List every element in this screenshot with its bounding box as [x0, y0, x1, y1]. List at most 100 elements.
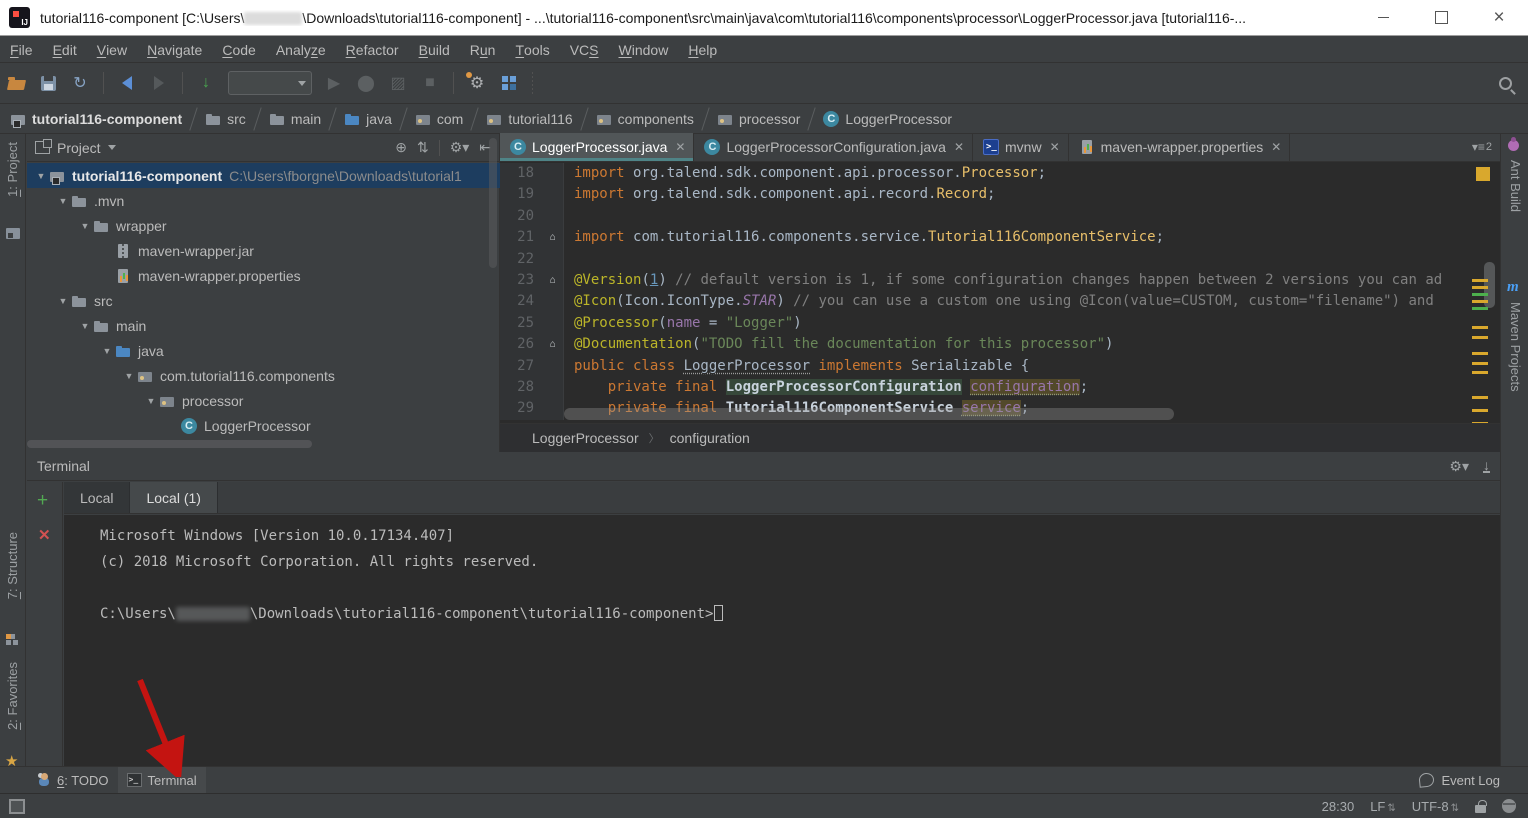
breadcrumb-item-java[interactable]: java — [344, 111, 392, 127]
run-configuration-select[interactable] — [228, 71, 312, 95]
terminal-prompt[interactable]: C:\Users\\Downloads\tutorial116-componen… — [100, 601, 1500, 627]
stripe-mark-warning[interactable] — [1472, 396, 1488, 399]
breadcrumb-item-tutorial116-component[interactable]: tutorial116-component — [10, 111, 182, 127]
toolwindow-favorites-button[interactable]: 2: Favorites — [5, 662, 20, 730]
code-line-24[interactable]: 24@Icon(Icon.IconType.STAR) // you can u… — [500, 291, 1500, 312]
tab-close-icon[interactable]: ✕ — [675, 140, 685, 154]
expand-arrow-icon[interactable]: ▼ — [55, 296, 71, 306]
menu-help[interactable]: Help — [678, 37, 727, 62]
toolwindow-toggle-icon[interactable] — [9, 799, 25, 814]
expand-arrow-icon[interactable]: ▼ — [121, 371, 137, 381]
menu-edit[interactable]: Edit — [43, 37, 87, 62]
editor-breadcrumb-LoggerProcessor[interactable]: LoggerProcessor — [532, 430, 639, 446]
toolwindow-todo-button[interactable]: 6: TODO — [28, 767, 118, 793]
search-everywhere-icon[interactable] — [1492, 70, 1518, 96]
line-number[interactable]: 21 — [500, 227, 542, 248]
line-number[interactable]: 23 — [500, 270, 542, 291]
forward-icon[interactable] — [146, 70, 172, 96]
terminal-dock-icon[interactable]: ↓ — [1483, 459, 1490, 473]
code-line-26[interactable]: 26⌂@Documentation("TODO fill the documen… — [500, 334, 1500, 355]
fold-marker-icon[interactable]: ⌂ — [542, 270, 564, 291]
editor-tab-LoggerProcessor.java[interactable]: LoggerProcessor.java✕ — [500, 133, 694, 161]
tree-row-maven-wrapper.properties[interactable]: maven-wrapper.properties — [27, 263, 500, 288]
run-icon[interactable]: ▶ — [321, 70, 347, 96]
code-line-18[interactable]: 18import org.talend.sdk.component.api.pr… — [500, 163, 1500, 184]
code-line-19[interactable]: 19import org.talend.sdk.component.api.re… — [500, 184, 1500, 205]
line-number[interactable]: 22 — [500, 249, 542, 270]
line-number[interactable]: 24 — [500, 291, 542, 312]
code-line-25[interactable]: 25@Processor(name = "Logger") — [500, 313, 1500, 334]
stripe-mark-warning[interactable] — [1472, 286, 1488, 289]
tree-row-wrapper[interactable]: ▼wrapper — [27, 213, 500, 238]
collapse-all-icon[interactable]: ⇅ — [417, 139, 429, 156]
expand-arrow-icon[interactable]: ▼ — [77, 321, 93, 331]
line-number[interactable]: 20 — [500, 206, 542, 227]
terminal-settings-gear-icon[interactable]: ⚙▾ — [1449, 458, 1469, 475]
tree-row-.mvn[interactable]: ▼.mvn — [27, 188, 500, 213]
menu-tools[interactable]: Tools — [505, 37, 559, 62]
breadcrumb-item-LoggerProcessor[interactable]: LoggerProcessor — [823, 111, 952, 127]
line-number[interactable]: 25 — [500, 313, 542, 334]
back-icon[interactable] — [114, 70, 140, 96]
terminal-tab-Local[interactable]: Local — [64, 482, 130, 513]
tree-row-maven-wrapper.jar[interactable]: maven-wrapper.jar — [27, 238, 500, 263]
tree-row-processor[interactable]: ▼processor — [27, 388, 500, 413]
menu-navigate[interactable]: Navigate — [137, 37, 212, 62]
expand-arrow-icon[interactable]: ▼ — [99, 346, 115, 356]
breadcrumb-item-main[interactable]: main — [269, 111, 321, 127]
stripe-mark-warning[interactable] — [1472, 326, 1488, 329]
debug-icon[interactable]: ⬤ — [353, 70, 379, 96]
expand-arrow-icon[interactable]: ▼ — [143, 396, 159, 406]
stripe-mark-ok[interactable] — [1472, 307, 1488, 310]
toolwindow-terminal-button[interactable]: Terminal — [118, 767, 206, 793]
tree-row-LoggerProcessor[interactable]: LoggerProcessor — [27, 413, 500, 438]
maximize-button[interactable] — [1412, 0, 1470, 35]
editor-tab-mvnw[interactable]: mvnw✕ — [973, 133, 1069, 161]
tree-row-java[interactable]: ▼java — [27, 338, 500, 363]
editor-breadcrumb-configuration[interactable]: configuration — [670, 430, 750, 446]
editor-tab-maven-wrapper.properties[interactable]: maven-wrapper.properties✕ — [1069, 133, 1291, 161]
tree-row-tutorial116-component[interactable]: ▼tutorial116-componentC:\Users\fborgne\D… — [27, 163, 500, 188]
stripe-mark-warning[interactable] — [1472, 279, 1488, 282]
code-line-20[interactable]: 20 — [500, 206, 1500, 227]
stripe-mark-warning[interactable] — [1472, 336, 1488, 339]
menu-file[interactable]: File — [0, 37, 43, 62]
breadcrumb-item-components[interactable]: components — [596, 111, 694, 127]
close-session-icon[interactable]: ✕ — [38, 526, 51, 544]
toolwindow-maven-projects-button[interactable]: Maven Projects — [1508, 302, 1523, 392]
close-button[interactable]: × — [1470, 0, 1528, 35]
stripe-mark-ok[interactable] — [1472, 293, 1488, 296]
project-view-dropdown[interactable] — [108, 145, 116, 154]
project-tree-vertical-scrollbar[interactable] — [489, 138, 497, 268]
toolwindow-project-button[interactable]: 1: Project — [5, 142, 20, 197]
code-line-22[interactable]: 22 — [500, 249, 1500, 270]
synchronize-icon[interactable]: ↻ — [67, 70, 93, 96]
stripe-mark-warning[interactable] — [1472, 300, 1488, 303]
stop-icon[interactable]: ■ — [417, 70, 443, 96]
lock-icon[interactable] — [1475, 805, 1486, 813]
line-number[interactable]: 29 — [500, 398, 542, 419]
menu-refactor[interactable]: Refactor — [336, 37, 409, 62]
inspection-status-square[interactable] — [1476, 167, 1490, 181]
code-line-23[interactable]: 23⌂@Version(1) // default version is 1, … — [500, 270, 1500, 291]
tab-close-icon[interactable]: ✕ — [954, 140, 964, 154]
open-file-icon[interactable] — [3, 70, 29, 96]
tab-close-icon[interactable]: ✕ — [1050, 140, 1060, 154]
editor-tab-LoggerProcessorConfiguration.java[interactable]: LoggerProcessorConfiguration.java✕ — [694, 133, 973, 161]
tab-close-icon[interactable]: ✕ — [1271, 140, 1281, 154]
save-all-icon[interactable] — [35, 70, 61, 96]
fold-marker-icon[interactable]: ⌂ — [542, 227, 564, 248]
menu-view[interactable]: View — [87, 37, 137, 62]
breadcrumb-item-tutorial116[interactable]: tutorial116 — [486, 111, 572, 127]
breadcrumb-item-com[interactable]: com — [415, 111, 463, 127]
expand-arrow-icon[interactable]: ▼ — [77, 221, 93, 231]
new-session-icon[interactable]: + — [37, 490, 48, 512]
line-ending-selector[interactable]: LF⇅ — [1370, 799, 1396, 814]
line-number[interactable]: 28 — [500, 377, 542, 398]
menu-window[interactable]: Window — [609, 37, 679, 62]
menu-vcs[interactable]: VCS — [560, 37, 609, 62]
breadcrumb-item-src[interactable]: src — [205, 111, 246, 127]
project-structure-icon[interactable] — [496, 70, 522, 96]
stripe-mark-warning[interactable] — [1472, 362, 1488, 365]
editor-hscrollbar-thumb[interactable] — [564, 408, 1174, 420]
